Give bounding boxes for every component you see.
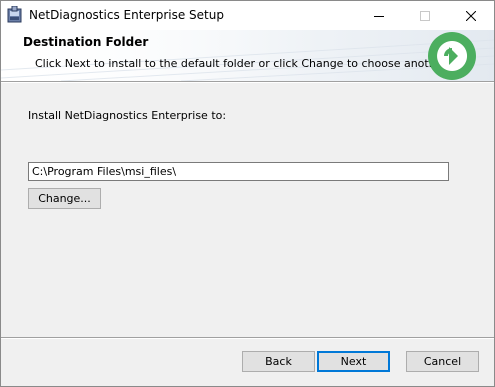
page-title: Destination Folder bbox=[23, 35, 149, 49]
window-title: NetDiagnostics Enterprise Setup bbox=[29, 8, 224, 22]
back-button[interactable]: Back bbox=[242, 351, 315, 372]
page-subtitle: Click Next to install to the default fol… bbox=[35, 57, 450, 70]
close-button[interactable] bbox=[448, 1, 494, 30]
install-location-label: Install NetDiagnostics Enterprise to: bbox=[28, 109, 227, 122]
title-bar[interactable]: NetDiagnostics Enterprise Setup bbox=[1, 1, 494, 30]
maximize-icon bbox=[420, 10, 430, 21]
minimize-button[interactable] bbox=[356, 1, 402, 30]
footer-separator bbox=[1, 337, 494, 339]
maximize-button[interactable] bbox=[402, 1, 448, 30]
cancel-button[interactable]: Cancel bbox=[406, 351, 479, 372]
installer-app-icon bbox=[7, 5, 23, 24]
netdiagnostics-logo-icon bbox=[427, 31, 477, 81]
setup-window: NetDiagnostics Enterprise Setup Destinat… bbox=[0, 0, 495, 387]
change-button[interactable]: Change... bbox=[28, 188, 101, 209]
header-separator bbox=[1, 81, 494, 83]
header-banner: Destination Folder Click Next to install… bbox=[1, 30, 494, 81]
install-path-field[interactable]: C:\Program Files\msi_files\ bbox=[28, 162, 449, 181]
next-button[interactable]: Next bbox=[317, 351, 390, 372]
close-icon bbox=[466, 10, 476, 21]
minimize-icon bbox=[374, 11, 384, 21]
